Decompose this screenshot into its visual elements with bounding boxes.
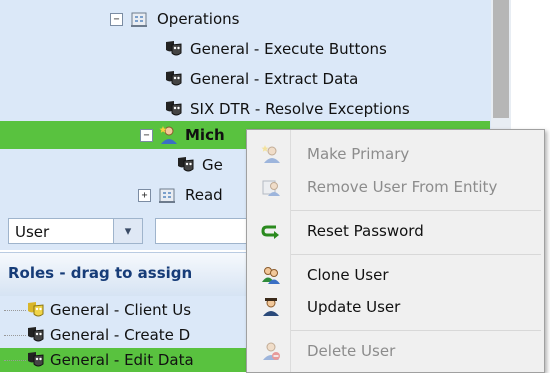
collapse-icon[interactable]: − (110, 12, 123, 26)
expand-icon[interactable]: + (138, 188, 151, 202)
menu-item-reset-password[interactable]: Reset Password (247, 216, 544, 246)
menu-item-remove-user-from-entity[interactable]: Remove User From Entity (247, 172, 544, 202)
menu-separator (291, 210, 541, 211)
search-type-value: User (15, 223, 50, 241)
role-mask-icon (164, 69, 184, 89)
reset-arrow-icon (261, 221, 281, 241)
delete-user-icon (261, 341, 281, 361)
tree-node-label: SIX DTR - Resolve Exceptions (190, 100, 410, 118)
menu-separator (291, 254, 541, 255)
building-icon (157, 185, 177, 205)
menu-item-label: Clone User (307, 266, 389, 284)
collapse-icon[interactable]: − (140, 128, 153, 142)
role-mask-icon (164, 39, 184, 59)
menu-item-label: Make Primary (307, 145, 410, 163)
update-user-icon (261, 297, 281, 317)
list-item[interactable]: General - Edit Data (0, 348, 250, 372)
tree-scrollbar-thumb[interactable] (493, 0, 509, 118)
tree-node-role[interactable]: Ge (176, 152, 223, 178)
tree-node-read[interactable]: + Read (138, 182, 223, 208)
role-mask-icon (26, 350, 46, 370)
role-mask-icon (164, 99, 184, 119)
menu-item-label: Delete User (307, 342, 396, 360)
chevron-down-icon[interactable]: ▾ (113, 219, 142, 243)
user-star-icon (261, 144, 281, 164)
tree-node-role[interactable]: General - Execute Buttons (164, 36, 387, 62)
clone-user-icon (261, 265, 281, 285)
role-mask-icon (26, 325, 46, 345)
tree-node-label: Ge (202, 156, 223, 174)
role-label: General - Edit Data (50, 351, 194, 369)
menu-separator (291, 330, 541, 331)
tree-node-role[interactable]: General - Extract Data (164, 66, 358, 92)
role-mask-icon (26, 300, 46, 320)
menu-item-clone-user[interactable]: Clone User (247, 260, 544, 290)
role-label: General - Create D (50, 326, 191, 344)
tree-node-label: Read (185, 186, 223, 204)
menu-item-update-user[interactable]: Update User (247, 292, 544, 322)
list-item[interactable]: General - Client Us (0, 298, 250, 322)
tree-node-role[interactable]: SIX DTR - Resolve Exceptions (164, 96, 410, 122)
list-item[interactable]: General - Create D (0, 323, 250, 347)
role-mask-icon (176, 155, 196, 175)
role-label: General - Client Us (50, 301, 192, 319)
tree-node-label: Mich (185, 126, 225, 144)
user-star-icon (159, 125, 179, 145)
roles-list: General - Client Us General - Create D G… (0, 296, 250, 372)
tree-node-operations[interactable]: − Operations (110, 6, 239, 32)
roles-panel-title: Roles - drag to assign (8, 264, 193, 282)
search-bar: User ▾ (0, 210, 250, 250)
search-input[interactable] (155, 218, 250, 244)
remove-user-icon (261, 177, 281, 197)
menu-item-label: Reset Password (307, 222, 424, 240)
user-context-menu: Make Primary Remove User From Entity Res… (246, 129, 545, 373)
search-type-select[interactable]: User ▾ (8, 218, 143, 244)
tree-node-label: Operations (157, 10, 240, 28)
menu-item-make-primary[interactable]: Make Primary (247, 139, 544, 169)
menu-item-delete-user[interactable]: Delete User (247, 336, 544, 366)
menu-item-label: Remove User From Entity (307, 178, 498, 196)
tree-node-label: General - Execute Buttons (190, 40, 387, 58)
building-icon (129, 9, 149, 29)
tree-node-label: General - Extract Data (190, 70, 359, 88)
roles-panel-header: Roles - drag to assign (0, 252, 250, 297)
menu-item-label: Update User (307, 298, 401, 316)
tree-node-user-selected[interactable]: − Mich (140, 122, 225, 148)
